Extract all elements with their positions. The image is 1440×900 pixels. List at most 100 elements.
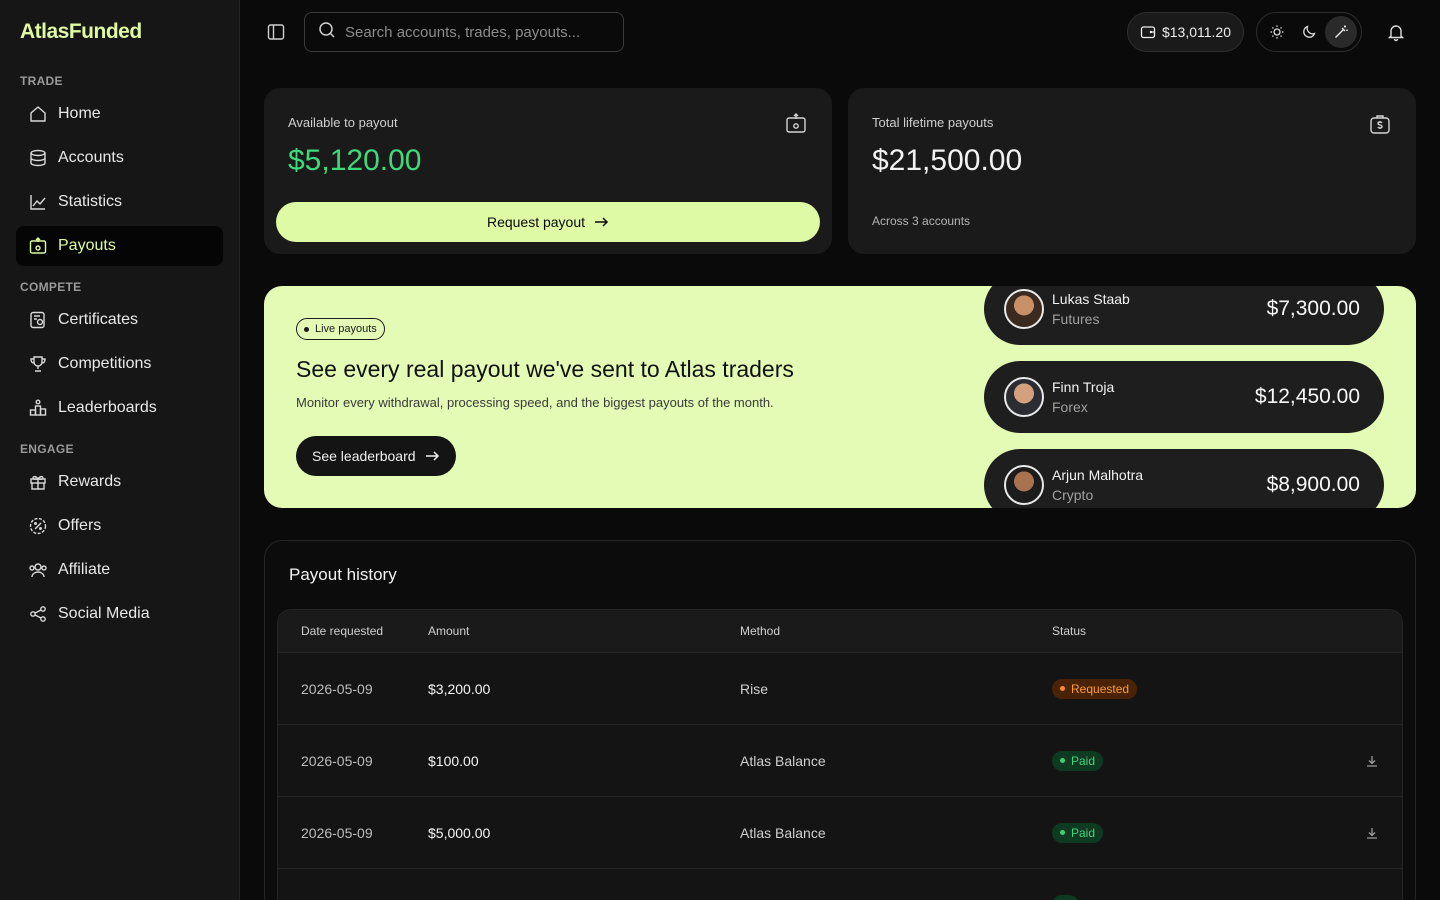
notifications-button[interactable] [1380,16,1412,48]
download-icon [1367,827,1377,839]
see-leaderboard-button[interactable]: See leaderboard [296,436,456,476]
home-icon [28,104,48,124]
sidebar-item-rewards[interactable]: Rewards [16,462,223,502]
trader-market: Crypto [1052,487,1094,503]
topbar: $13,011.20 [240,0,1440,64]
sidebar-item-label: Rewards [58,473,122,490]
sidebar: AtlasFunded TRADE Home Accounts Statisti… [0,0,240,900]
share-icon [28,604,48,624]
see-leaderboard-label: See leaderboard [312,448,416,464]
sidebar-toggle-icon[interactable] [264,20,288,44]
trader-name: Lukas Staab [1052,291,1130,307]
sidebar-item-statistics[interactable]: Statistics [16,182,223,222]
lifetime-payouts-label: Total lifetime payouts [872,115,994,130]
download-button[interactable] [1342,826,1402,840]
payout-amount: $7,300.00 [1266,297,1360,320]
payout-amount: $8,900.00 [1266,473,1360,496]
section-label-trade: TRADE [20,74,63,88]
column-status[interactable]: Status [1052,624,1402,638]
sidebar-item-home[interactable]: Home [16,94,223,134]
sidebar-item-accounts[interactable]: Accounts [16,138,223,178]
avatar [1004,465,1044,505]
request-payout-label: Request payout [486,214,586,230]
column-method[interactable]: Method [740,624,1052,638]
request-payout-button[interactable]: Request payout [276,202,820,242]
row-amount: $100.00 [428,752,479,769]
sun-icon [1270,25,1284,39]
section-label-compete: COMPETE [20,280,82,294]
podium-icon [28,398,48,418]
search-bar[interactable] [304,12,624,52]
theme-switcher [1256,12,1362,52]
column-date[interactable]: Date requested [278,624,428,638]
available-payout-label: Available to payout [288,115,398,130]
live-payouts-badge: Live payouts [296,318,385,340]
auto-theme-button[interactable] [1325,16,1357,48]
status-badge: Requested [1052,678,1138,699]
status-badge: Paid [1052,822,1104,843]
payout-history-table: Date requested Amount Method Status 2026… [277,609,1403,900]
trader-name: Finn Troja [1052,379,1115,395]
sidebar-item-label: Offers [58,517,102,534]
search-icon [317,20,337,45]
status-badge [1052,894,1079,900]
money-bag-icon [1370,115,1390,134]
status-label: Requested [1071,681,1130,696]
arrow-right-icon [595,217,609,227]
sidebar-item-label: Statistics [58,193,123,210]
dark-theme-button[interactable] [1293,16,1325,48]
status-label: Paid [1071,825,1096,840]
payout-icon [28,236,48,256]
section-label-engage: ENGAGE [20,442,74,456]
table-row[interactable]: 2026-05-09 $5,000.00 Atlas Balance Paid [278,797,1402,869]
lifetime-payouts-value: $21,500.00 [872,144,1023,177]
arrow-right-icon [425,451,439,461]
lifetime-payouts-accounts: Across 3 accounts [872,214,971,228]
sidebar-item-payouts[interactable]: Payouts [16,226,223,266]
chart-line-icon [28,192,48,212]
trophy-icon [28,354,48,374]
payout-history: Payout history Date requested Amount Met… [264,540,1416,900]
row-amount: $5,000.00 [428,824,491,841]
row-method: Atlas Balance [740,752,826,769]
download-button[interactable] [1342,754,1402,768]
trader-market: Futures [1052,311,1100,327]
sidebar-item-certificates[interactable]: Certificates [16,300,223,340]
recent-payout-card: Finn Troja Forex $12,450.00 [984,361,1384,433]
main-content: $13,011.20 [240,0,1440,900]
row-method: Rise [740,680,769,697]
gift-icon [28,472,48,492]
wallet-balance-value: $13,011.20 [1161,24,1231,40]
column-amount[interactable]: Amount [428,624,740,638]
payout-summary-cards: Available to payout $5,120.00 Request pa… [264,88,1416,254]
status-label: Paid [1071,753,1096,768]
recent-payout-card: Lukas Staab Futures $7,300.00 [984,286,1384,345]
payout-amount: $12,450.00 [1254,385,1360,408]
search-input[interactable] [345,23,611,41]
row-date: 2026-05-09 [301,680,373,697]
table-row[interactable] [278,869,1402,900]
table-row[interactable]: 2026-05-09 $3,200.00 Rise Requested [278,653,1402,725]
sidebar-item-label: Competitions [58,355,152,372]
sidebar-item-social-media[interactable]: Social Media [16,594,223,634]
lifetime-payouts-card: Total lifetime payouts $21,500.00 Across… [848,88,1416,254]
row-date: 2026-05-09 [301,824,373,841]
payout-history-title: Payout history [289,565,397,584]
table-row[interactable]: 2026-05-09 $100.00 Atlas Balance Paid [278,725,1402,797]
sidebar-item-affiliate[interactable]: Affiliate [16,550,223,590]
wallet-balance[interactable]: $13,011.20 [1126,12,1244,52]
row-date: 2026-05-09 [301,752,373,769]
sidebar-item-competitions[interactable]: Competitions [16,344,223,384]
status-badge: Paid [1052,750,1104,771]
sidebar-item-label: Home [58,105,101,122]
users-icon [28,560,48,580]
sidebar-item-offers[interactable]: Offers [16,506,223,546]
sidebar-item-leaderboards[interactable]: Leaderboards [16,388,223,428]
sidebar-item-label: Certificates [58,311,139,328]
table-header: Date requested Amount Method Status [278,610,1402,653]
available-payout-value: $5,120.00 [288,144,422,177]
download-icon [1367,755,1377,767]
brand-logo[interactable]: AtlasFunded [16,0,223,64]
sidebar-item-label: Payouts [58,237,116,254]
light-theme-button[interactable] [1261,16,1293,48]
